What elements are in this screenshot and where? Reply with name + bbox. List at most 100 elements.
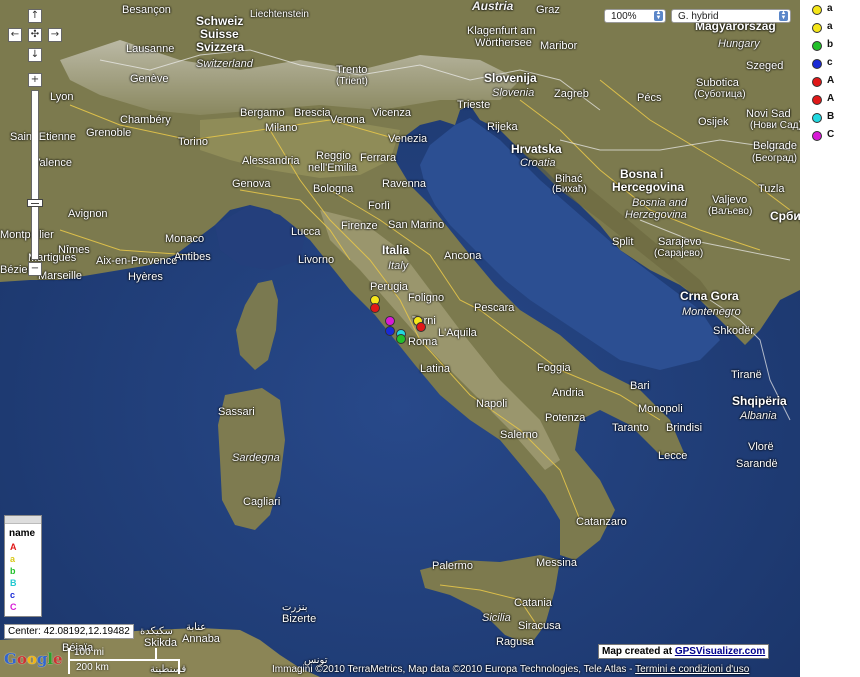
label-bihac-cyr: (Бихаћ) [552, 184, 587, 195]
label-crna-gora: Crna Gora [680, 289, 739, 303]
zoom-slider-track[interactable] [31, 90, 39, 260]
google-logo[interactable]: Google [4, 650, 63, 668]
marker-dot-icon [812, 59, 822, 69]
label-slovenija: Slovenija [484, 71, 537, 85]
marker-dot-icon [812, 95, 822, 105]
label-shkoder: Shkodër [713, 325, 754, 337]
map-marker-A[interactable] [370, 303, 380, 313]
label-novi-sad: Novi Sad [746, 108, 791, 120]
label-worthersee: Wörthersee [475, 37, 532, 49]
label-herzegovina: Herzegovina [625, 209, 687, 221]
label-valjevo: Valjevo [712, 194, 748, 206]
label-beograd: Belgrade [753, 140, 798, 152]
label-trieste: Trieste [457, 99, 491, 111]
label-besancon: Besançon [122, 4, 171, 16]
label-roma: Roma [408, 336, 438, 348]
label-monopoli: Monopoli [638, 403, 683, 415]
name-legend-item[interactable]: c [10, 590, 15, 600]
label-antibes: Antibes [174, 251, 211, 263]
label-shqiperia: Shqipëria [732, 394, 787, 408]
label-bosnia: Bosnia and [632, 197, 688, 209]
label-taranto: Taranto [612, 422, 649, 434]
label-palermo: Palermo [432, 560, 473, 572]
label-sarande: Sarandë [736, 458, 778, 470]
name-legend-box: name AabBcC [4, 515, 42, 617]
legend-item[interactable]: a [808, 21, 860, 39]
label-subotica-cyr: (Суботица) [694, 89, 746, 100]
label-tuzla: Tuzla [758, 183, 785, 195]
label-sicilia: Sicilia [482, 612, 511, 624]
label-bari: Bari [630, 380, 650, 392]
legend-item[interactable]: A [808, 75, 860, 93]
label-pecs: Pécs [637, 92, 662, 104]
terms-link[interactable]: Termini e condizioni d'uso [635, 664, 749, 675]
pan-up-button[interactable]: ↑ [28, 9, 42, 23]
label-ferrara: Ferrara [360, 152, 397, 164]
legend-item-label: A [827, 93, 835, 104]
label-avignon: Avignon [68, 208, 108, 220]
label-bergamo: Bergamo [240, 107, 285, 119]
map-marker-A[interactable] [416, 322, 426, 332]
name-legend-header[interactable] [5, 516, 41, 524]
label-sarajevo-cyr: (Сарајево) [654, 248, 704, 259]
label-catanzaro: Catanzaro [576, 516, 627, 528]
name-legend-item[interactable]: A [10, 542, 17, 552]
label-switzerland: Switzerland [196, 58, 253, 70]
label-alessandria: Alessandria [242, 155, 300, 167]
label-firenze: Firenze [341, 220, 378, 232]
map-marker-b[interactable] [396, 334, 406, 344]
map-marker-C[interactable] [385, 316, 395, 326]
label-lecce: Lecce [658, 450, 688, 462]
zoom-level-select[interactable]: 100% ▲ ▼ [604, 9, 666, 23]
label-venezia: Venezia [388, 133, 428, 145]
label-italia: Italia [382, 243, 410, 257]
map-type-select[interactable]: G. hybrid ▲ ▼ [671, 9, 791, 23]
zoom-in-button[interactable]: + [28, 73, 42, 87]
legend-item[interactable]: a [808, 3, 860, 21]
pan-down-button[interactable]: ↓ [28, 48, 42, 62]
pan-left-button[interactable]: ← [8, 28, 22, 42]
label-rijeka: Rijeka [487, 121, 518, 133]
name-legend-item[interactable]: a [10, 554, 15, 564]
name-legend-title: name [9, 528, 36, 539]
legend-item[interactable]: C [808, 129, 860, 147]
marker-dot-icon [812, 23, 822, 33]
pan-right-button[interactable]: → [48, 28, 62, 42]
label-chambery: Chambéry [120, 114, 171, 126]
label-vlore: Vlorë [748, 441, 774, 453]
label-cagliari: Cagliari [243, 496, 281, 508]
select-arrow-icon: ▲ ▼ [779, 10, 788, 21]
label-valjevo-cyr: (Ваљево) [708, 206, 753, 217]
zoom-slider-handle[interactable] [27, 199, 43, 207]
map-marker-c[interactable] [385, 326, 395, 336]
label-bologna: Bologna [313, 183, 354, 195]
scale-bar [68, 659, 180, 661]
copyright-text: Immagini ©2010 TerraMetrics, Map data ©2… [272, 664, 633, 675]
label-andria: Andria [552, 387, 584, 399]
label-laquila: L'Aquila [438, 327, 477, 339]
scale-kilometers: 200 km [76, 662, 109, 673]
legend-item[interactable]: c [808, 57, 860, 75]
name-legend-item[interactable]: B [10, 578, 17, 588]
label-foligno: Foligno [408, 292, 445, 304]
gpsvisualizer-link[interactable]: GPSVisualizer.com [675, 646, 765, 657]
legend-item[interactable]: b [808, 39, 860, 57]
name-legend-item[interactable]: b [10, 566, 16, 576]
label-hyeres: Hyères [128, 271, 163, 283]
credit-prefix: Map created at [602, 646, 673, 657]
legend-item-label: b [827, 39, 834, 50]
legend-item[interactable]: A [808, 93, 860, 111]
zoom-out-button[interactable]: − [28, 262, 42, 276]
label-brescia: Brescia [294, 107, 331, 119]
map-type-value: G. hybrid [678, 11, 719, 22]
pan-center-button[interactable]: ✣ [28, 28, 42, 42]
label-montenegro: Montenegro [682, 306, 741, 318]
legend-item-label: C [827, 129, 835, 140]
map-canvas[interactable]: Besançon Liechtenstein Austria Graz Schw… [0, 0, 800, 677]
label-san-marino: San Marino [388, 219, 445, 231]
label-salerno: Salerno [500, 429, 538, 441]
name-legend-item[interactable]: C [10, 602, 17, 612]
label-grenoble: Grenoble [86, 127, 132, 139]
center-coordinates: Center: 42.08192,12.19482 [4, 624, 134, 639]
legend-item[interactable]: B [808, 111, 860, 129]
